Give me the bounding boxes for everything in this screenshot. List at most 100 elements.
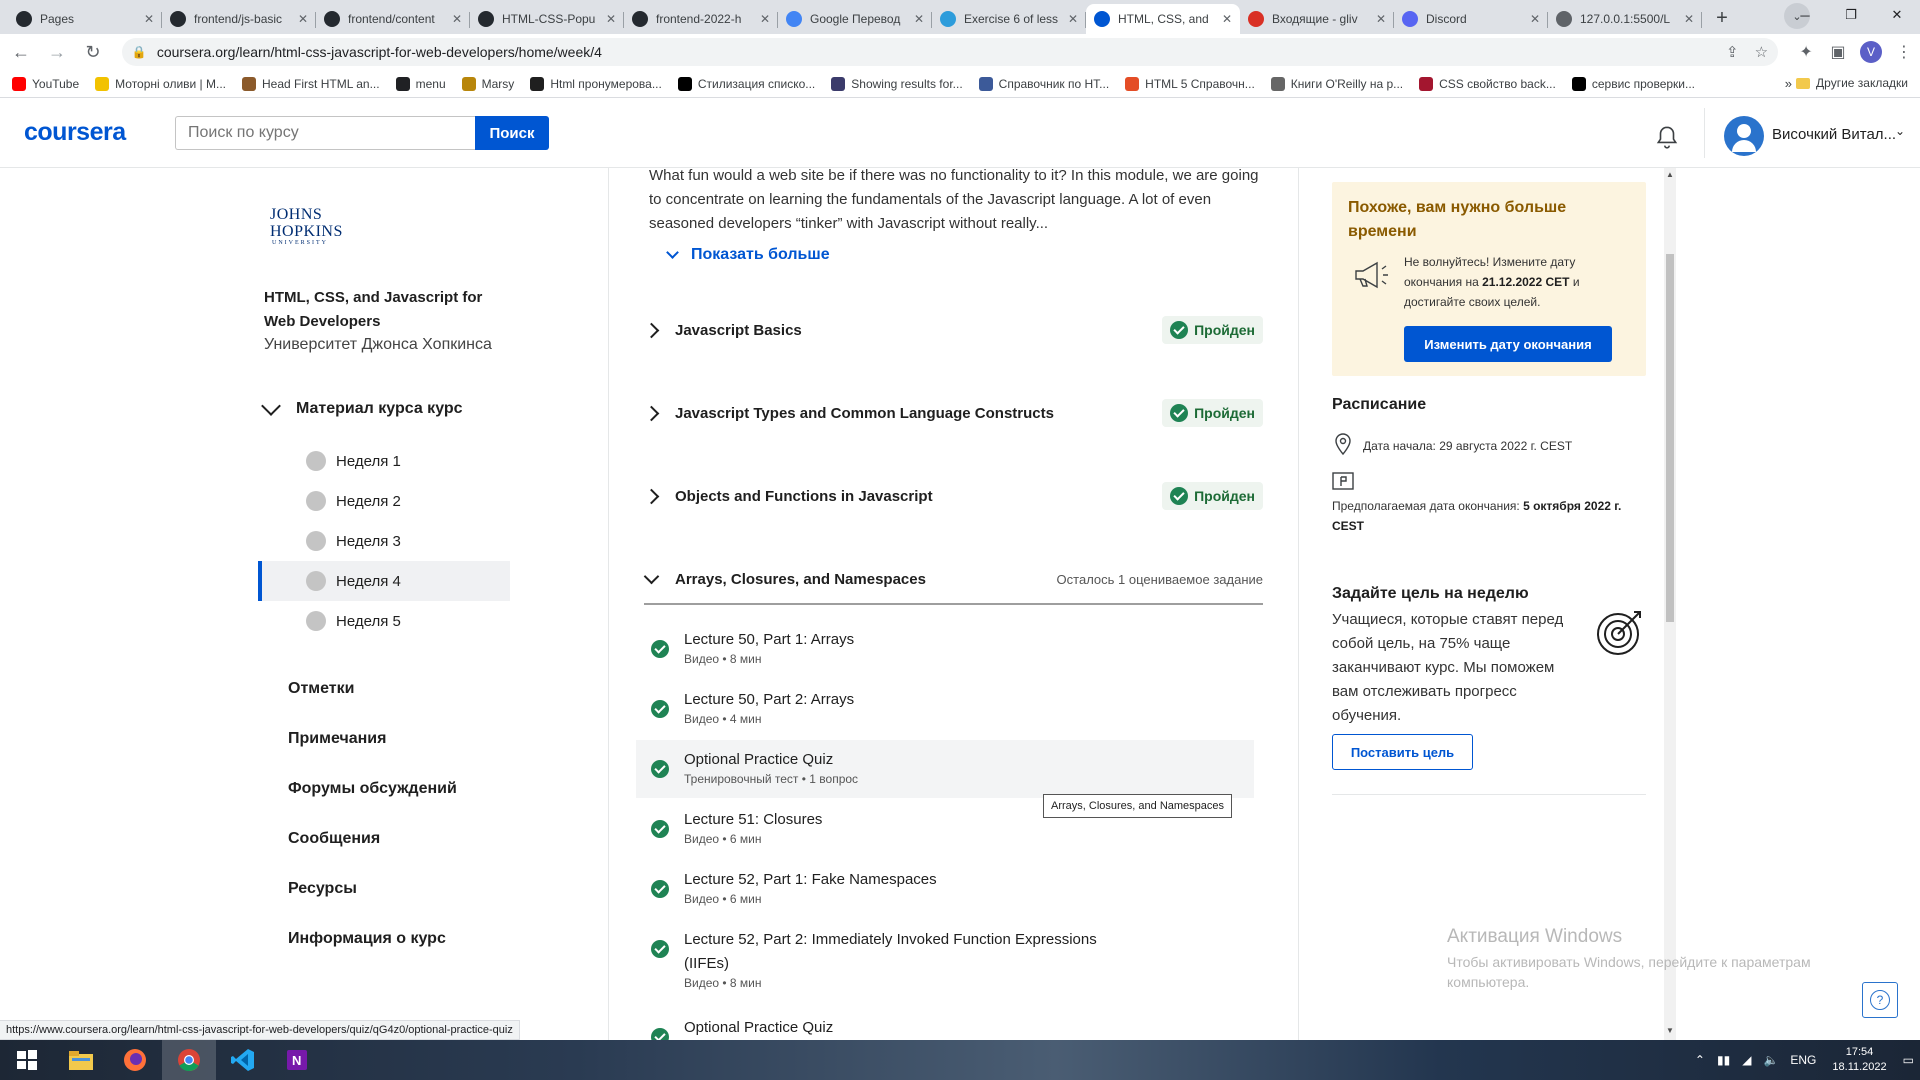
module-header[interactable]: Arrays, Closures, and Namespaces Осталось… — [643, 559, 1263, 599]
bookmark-item[interactable]: Стилизация списко... — [677, 76, 815, 91]
browser-tab[interactable]: 127.0.0.1:5500/L ✕ — [1548, 4, 1702, 34]
browser-tab[interactable]: Exercise 6 of less ✕ — [932, 4, 1086, 34]
module-header[interactable]: Objects and Functions in Javascript Пройд… — [643, 476, 1263, 516]
reload-icon[interactable]: ↻ — [78, 37, 108, 67]
scroll-up-icon[interactable]: ▲ — [1666, 170, 1674, 179]
set-goal-button[interactable]: Поставить цель — [1332, 734, 1473, 770]
notification-bell-icon[interactable] — [1654, 124, 1680, 150]
chevron-down-icon[interactable]: ⌄ — [1895, 124, 1905, 138]
browser-tab[interactable]: HTML-CSS-Popu ✕ — [470, 4, 624, 34]
lesson-item[interactable]: Lecture 50, Part 1: Arrays Видео • 8 мин — [636, 620, 1254, 678]
lesson-item[interactable]: Optional Practice Quiz Тренировочный тест… — [636, 740, 1254, 798]
more-menu-icon[interactable]: ⋮ — [1888, 42, 1920, 62]
browser-tab[interactable]: frontend/js-basic ✕ — [162, 4, 316, 34]
user-name[interactable]: Височкий Витал... — [1772, 126, 1896, 143]
bookmark-item[interactable]: Книги O'Reilly на р... — [1270, 76, 1403, 91]
bookmark-item[interactable]: Showing results for... — [831, 76, 963, 91]
show-more-button[interactable]: Показать больше — [664, 246, 830, 264]
bookmark-item[interactable]: Marsy — [461, 76, 514, 91]
close-tab-icon[interactable]: ✕ — [1222, 12, 1232, 26]
sidebar-item-week-5[interactable]: Неделя 5 — [258, 601, 510, 641]
back-icon[interactable]: ← — [6, 37, 36, 67]
minimize-icon[interactable]: ─ — [1782, 0, 1828, 30]
sidebar-item-week-1[interactable]: Неделя 1 — [258, 441, 510, 481]
module-header[interactable]: Javascript Types and Common Language Con… — [643, 393, 1263, 433]
bookmark-item[interactable]: Head First HTML an... — [242, 76, 380, 91]
bookmark-item[interactable]: CSS свойство back... — [1419, 76, 1556, 91]
address-bar[interactable]: 🔒 coursera.org/learn/html-css-javascript… — [121, 38, 1779, 66]
lesson-item[interactable]: Lecture 52, Part 2: Immediately Invoked … — [636, 920, 1254, 1004]
sidebar-link[interactable]: Сообщения — [288, 814, 457, 864]
vscode-icon[interactable] — [216, 1040, 270, 1080]
scrollbar-thumb[interactable] — [1666, 254, 1674, 622]
browser-tab[interactable]: Google Перевод ✕ — [778, 4, 932, 34]
search-button[interactable]: Поиск — [475, 116, 549, 150]
sidebar-link[interactable]: Отметки — [288, 664, 457, 714]
restore-icon[interactable]: ❐ — [1828, 0, 1874, 30]
bookmarks-overflow[interactable]: » — [1785, 76, 1792, 91]
wifi-icon[interactable]: ◢ — [1742, 1053, 1751, 1067]
bookmark-item[interactable]: HTML 5 Справочн... — [1125, 76, 1255, 91]
chrome-icon[interactable] — [162, 1040, 216, 1080]
volume-icon[interactable]: 🔈 — [1763, 1053, 1778, 1067]
onenote-icon[interactable]: N — [270, 1040, 324, 1080]
bookmark-item[interactable]: Html пронумерова... — [530, 76, 662, 91]
firefox-icon[interactable] — [108, 1040, 162, 1080]
new-tab-button[interactable]: + — [1708, 4, 1736, 32]
user-avatar[interactable] — [1724, 116, 1764, 156]
lesson-item[interactable]: Lecture 50, Part 2: Arrays Видео • 4 мин — [636, 680, 1254, 738]
help-button[interactable]: ? — [1862, 982, 1898, 1018]
browser-tab[interactable]: Входящие - gliv ✕ — [1240, 4, 1394, 34]
share-icon[interactable]: ⇪ — [1726, 43, 1739, 61]
close-tab-icon[interactable]: ✕ — [1530, 12, 1540, 26]
bookmark-star-icon[interactable]: ☆ — [1755, 43, 1768, 61]
forward-icon[interactable]: → — [42, 37, 72, 67]
browser-tab[interactable]: Pages ✕ — [8, 4, 162, 34]
clock[interactable]: 17:54 18.11.2022 — [1832, 1045, 1886, 1075]
bookmark-item[interactable]: Справочник по HT... — [978, 76, 1109, 91]
sidebar-item-week-4[interactable]: Неделя 4 — [258, 561, 510, 601]
sidebar-item-week-2[interactable]: Неделя 2 — [258, 481, 510, 521]
close-tab-icon[interactable]: ✕ — [298, 12, 308, 26]
sidebar-link[interactable]: Примечания — [288, 714, 457, 764]
university-logo[interactable]: JOHNS HOPKINS UNIVERSITY — [270, 206, 342, 246]
close-tab-icon[interactable]: ✕ — [1068, 12, 1078, 26]
sidebar-item-week-3[interactable]: Неделя 3 — [258, 521, 510, 561]
change-deadline-button[interactable]: Изменить дату окончания — [1404, 326, 1612, 362]
browser-tab[interactable]: frontend-2022-h ✕ — [624, 4, 778, 34]
notification-center-icon[interactable]: ▭ — [1903, 1053, 1914, 1067]
file-explorer-icon[interactable] — [54, 1040, 108, 1080]
close-tab-icon[interactable]: ✕ — [1376, 12, 1386, 26]
browser-tab[interactable]: Discord ✕ — [1394, 4, 1548, 34]
profile-avatar[interactable]: V — [1860, 41, 1883, 63]
windows-start-icon[interactable] — [0, 1040, 54, 1080]
show-hidden-icons-icon[interactable]: ⌃ — [1695, 1053, 1705, 1067]
scroll-down-icon[interactable]: ▼ — [1666, 1026, 1674, 1035]
module-header[interactable]: Javascript Basics Пройден — [643, 310, 1263, 350]
close-tab-icon[interactable]: ✕ — [760, 12, 770, 26]
input-language[interactable]: ENG — [1790, 1053, 1816, 1067]
close-tab-icon[interactable]: ✕ — [452, 12, 462, 26]
coursera-logo[interactable]: coursera — [24, 118, 126, 147]
url-text[interactable]: coursera.org/learn/html-css-javascript-f… — [157, 44, 1710, 60]
close-tab-icon[interactable]: ✕ — [914, 12, 924, 26]
browser-tab[interactable]: HTML, CSS, and ✕ — [1086, 4, 1240, 34]
close-tab-icon[interactable]: ✕ — [144, 12, 154, 26]
sidebar-link[interactable]: Информация о курс — [288, 914, 457, 964]
close-tab-icon[interactable]: ✕ — [1684, 12, 1694, 26]
side-panel-icon[interactable]: ▣ — [1822, 42, 1854, 62]
browser-tab[interactable]: frontend/content ✕ — [316, 4, 470, 34]
course-title[interactable]: HTML, CSS, and Javascript for Web Develo… — [264, 286, 504, 334]
bookmark-item[interactable]: YouTube — [12, 76, 79, 91]
sidebar-link[interactable]: Ресурсы — [288, 864, 457, 914]
course-material-toggle[interactable]: Материал курса курс — [260, 396, 463, 418]
other-bookmarks[interactable]: Другие закладки — [1796, 76, 1908, 90]
close-tab-icon[interactable]: ✕ — [606, 12, 616, 26]
network-icon[interactable]: ▮▮ — [1717, 1053, 1730, 1067]
bookmark-item[interactable]: menu — [395, 76, 446, 91]
extensions-icon[interactable]: ✦ — [1790, 42, 1822, 62]
bookmark-item[interactable]: Моторні оливи | М... — [95, 76, 226, 91]
lock-icon[interactable]: 🔒 — [132, 45, 147, 59]
lesson-item[interactable]: Lecture 52, Part 1: Fake Namespaces Видео… — [636, 860, 1254, 918]
sidebar-link[interactable]: Форумы обсуждений — [288, 764, 457, 814]
